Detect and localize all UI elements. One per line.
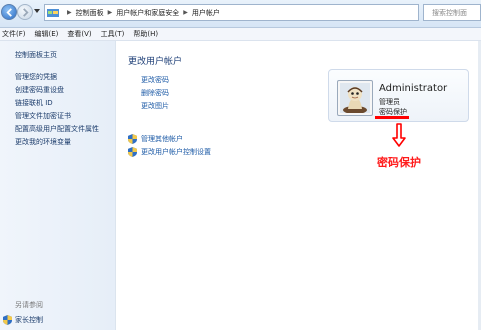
menu-bar: 文件(F) 编辑(E) 查看(V) 工具(T) 帮助(H) (0, 28, 481, 41)
forward-button[interactable] (17, 4, 33, 20)
annotation-underline (375, 116, 409, 119)
sidebar-parental-controls[interactable]: 家长控制 (3, 315, 43, 325)
manage-other-accounts-link[interactable]: 管理其他帐户 (128, 132, 211, 145)
remove-password-link[interactable]: 删除密码 (141, 87, 169, 100)
avatar[interactable] (337, 80, 373, 116)
sidebar-task-list: 管理您的凭据 创建密码重设盘 链接联机 ID 管理文件加密证书 配置高级用户配置… (15, 71, 99, 149)
search-input[interactable]: 搜索控制面 (423, 4, 481, 21)
breadcrumb-separator-icon: ▶ (183, 9, 188, 16)
menu-file[interactable]: 文件(F) (2, 29, 26, 39)
sidebar-see-also-heading: 另请参阅 (15, 301, 43, 309)
breadcrumb-user-accounts[interactable]: 用户帐户 (192, 8, 220, 18)
sidebar-environment-variables[interactable]: 更改我的环境变量 (15, 136, 99, 149)
account-role: 管理员 (379, 98, 400, 106)
page-title: 更改用户帐户 (128, 57, 183, 67)
sidebar-parental-controls-label: 家长控制 (15, 316, 43, 324)
change-password-link[interactable]: 更改密码 (141, 74, 169, 87)
menu-edit[interactable]: 编辑(E) (35, 29, 59, 39)
sidebar: 控制面板主页 管理您的凭据 创建密码重设盘 链接联机 ID 管理文件加密证书 配… (0, 41, 116, 330)
back-button[interactable] (1, 4, 17, 20)
sidebar-advanced-profile-properties[interactable]: 配置高级用户配置文件属性 (15, 123, 99, 136)
sidebar-manage-encryption-certs[interactable]: 管理文件加密证书 (15, 110, 99, 123)
menu-view[interactable]: 查看(V) (67, 29, 91, 39)
uac-shield-icon (128, 133, 137, 144)
breadcrumb-separator-icon: ▶ (67, 9, 72, 16)
account-task-list: 更改密码 删除密码 更改图片 (141, 74, 169, 113)
arrow-right-icon (22, 7, 29, 17)
menu-help[interactable]: 帮助(H) (133, 29, 158, 39)
chess-pawn-avatar-icon (340, 83, 370, 113)
change-picture-link[interactable]: 更改图片 (141, 100, 169, 113)
control-panel-icon (47, 9, 59, 17)
sidebar-create-reset-disk[interactable]: 创建密码重设盘 (15, 84, 99, 97)
breadcrumb-control-panel[interactable]: 控制面板 (76, 8, 104, 18)
account-name: Administrator (379, 83, 448, 94)
admin-task-list: 管理其他帐户 更改用户帐户控制设置 (128, 132, 211, 158)
breadcrumb-separator-icon: ▶ (107, 9, 113, 16)
sidebar-control-panel-home[interactable]: 控制面板主页 (15, 50, 57, 60)
breadcrumb-user-accounts-family[interactable]: 用户帐户和家庭安全 (116, 8, 179, 18)
annotation-label: 密码保护 (377, 156, 421, 169)
address-bar: ▶ 控制面板 ▶ 用户帐户和家庭安全 ▶ 用户帐户 搜索控制面 (0, 0, 481, 28)
menu-tools[interactable]: 工具(T) (101, 29, 125, 39)
sidebar-manage-credentials[interactable]: 管理您的凭据 (15, 71, 99, 84)
uac-settings-label: 更改用户帐户控制设置 (141, 147, 211, 156)
recent-pages-chevron-icon[interactable] (34, 9, 40, 13)
manage-other-accounts-label: 管理其他帐户 (141, 134, 183, 143)
address-path[interactable]: ▶ 控制面板 ▶ 用户帐户和家庭安全 ▶ 用户帐户 (44, 4, 419, 21)
uac-shield-icon (3, 315, 12, 325)
uac-shield-icon (128, 146, 137, 157)
sidebar-link-online-id[interactable]: 链接联机 ID (15, 97, 99, 110)
account-card: Administrator 管理员 密码保护 (328, 69, 469, 122)
annotation-arrow-down-icon (392, 123, 406, 147)
arrow-left-icon (5, 7, 12, 17)
uac-settings-link[interactable]: 更改用户帐户控制设置 (128, 145, 211, 158)
